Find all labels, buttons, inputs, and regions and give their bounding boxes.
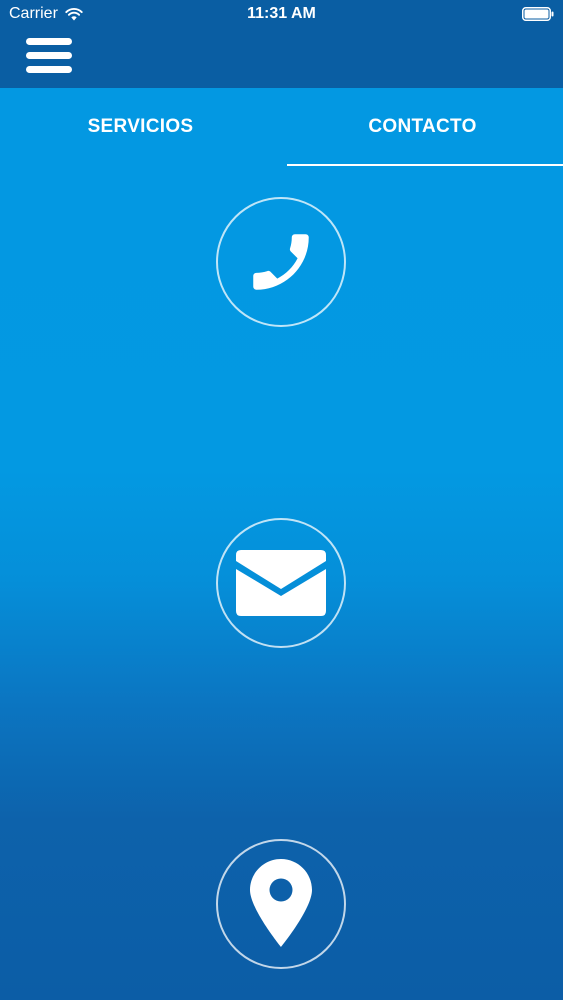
battery-icon [522,7,554,21]
tab-servicios[interactable]: SERVICIOS [0,88,281,166]
tab-contacto[interactable]: CONTACTO [282,88,563,166]
call-button[interactable] [216,197,346,327]
envelope-icon [236,550,326,616]
navigation-bar [0,30,563,88]
tab-label: SERVICIOS [87,116,194,137]
email-button[interactable] [216,518,346,648]
clock: 11:31 AM [247,5,316,22]
location-pin-icon [250,859,312,947]
status-bar: Carrier 11:31 AM [0,0,563,30]
tab-bar: SERVICIOS CONTACTO [0,88,563,168]
hamburger-menu-icon[interactable] [26,37,72,75]
phone-icon [253,234,309,290]
tab-label: CONTACTO [368,116,477,137]
tab-selected-indicator [287,164,563,166]
contact-screen: Carrier 11:31 AM SERVICIOS CONTACTO [0,0,563,1000]
location-button[interactable] [216,839,346,969]
